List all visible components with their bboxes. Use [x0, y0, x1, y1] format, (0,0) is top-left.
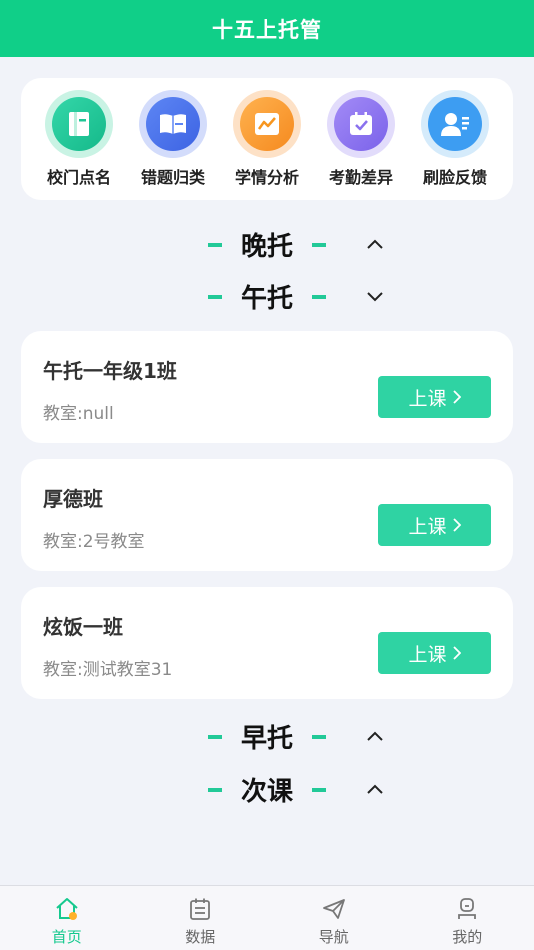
quick-action-learning-analysis[interactable]: 学情分析: [227, 90, 307, 200]
tab-profile[interactable]: 我的: [401, 886, 534, 950]
tab-data[interactable]: 数据: [134, 886, 268, 950]
start-class-button[interactable]: 上课: [378, 632, 491, 674]
section-title: 午托: [240, 284, 293, 314]
chevron-right-icon: [452, 390, 461, 404]
class-name: 炫饭一班: [43, 615, 123, 639]
paper-plane-icon: [322, 899, 345, 919]
section-morning-care[interactable]: 早托: [0, 716, 534, 756]
class-room: 教室:测试教室31: [43, 660, 173, 680]
start-class-button[interactable]: 上课: [378, 376, 491, 418]
class-name: 厚德班: [43, 487, 103, 511]
face-id-icon: [428, 97, 482, 151]
quick-action-mistake-sort[interactable]: 错题归类: [133, 90, 213, 200]
section-session-lessons[interactable]: 次课: [0, 769, 534, 809]
section-title: 晚托: [240, 232, 293, 262]
section-noon-care[interactable]: 午托: [0, 276, 534, 316]
quick-actions-card: 校门点名 错题归类 学情分析 考勤差异 刷脸反馈: [21, 78, 513, 200]
class-room: 教室:null: [43, 404, 114, 424]
quick-action-face-feedback[interactable]: 刷脸反馈: [415, 90, 495, 200]
chevron-up-icon: [367, 731, 383, 741]
chevron-up-icon: [367, 239, 383, 249]
tab-home[interactable]: 首页: [0, 886, 134, 950]
start-class-button[interactable]: 上课: [378, 504, 491, 546]
line-chart-icon: [240, 97, 294, 151]
class-card: 午托一年级1班 教室:null 上课: [21, 331, 513, 443]
class-card: 厚德班 教室:2号教室 上课: [21, 459, 513, 571]
open-book-icon: [146, 97, 200, 151]
class-room: 教室:2号教室: [43, 532, 145, 552]
tab-navigation[interactable]: 导航: [267, 886, 401, 950]
page-title: 十五上托管: [212, 17, 322, 42]
chevron-right-icon: [452, 646, 461, 660]
class-name: 午托一年级1班: [43, 359, 177, 383]
section-title: 早托: [240, 724, 293, 754]
notebook-icon: [52, 97, 106, 151]
quick-action-attendance-diff[interactable]: 考勤差异: [321, 90, 401, 200]
section-title: 次课: [240, 777, 293, 807]
app-header: 十五上托管: [0, 0, 534, 57]
chevron-right-icon: [452, 518, 461, 532]
quick-action-gate-rollcall[interactable]: 校门点名: [39, 90, 119, 200]
calendar-check-icon: [334, 97, 388, 151]
class-card: 炫饭一班 教室:测试教室31 上课: [21, 587, 513, 699]
section-evening-care[interactable]: 晚托: [0, 224, 534, 264]
home-icon: [56, 898, 78, 920]
chevron-down-icon: [367, 292, 383, 302]
calendar-list-icon: [190, 898, 211, 920]
bottom-tab-bar: 首页 数据 导航 我的: [0, 885, 534, 950]
chevron-up-icon: [367, 784, 383, 794]
user-icon: [458, 898, 477, 919]
